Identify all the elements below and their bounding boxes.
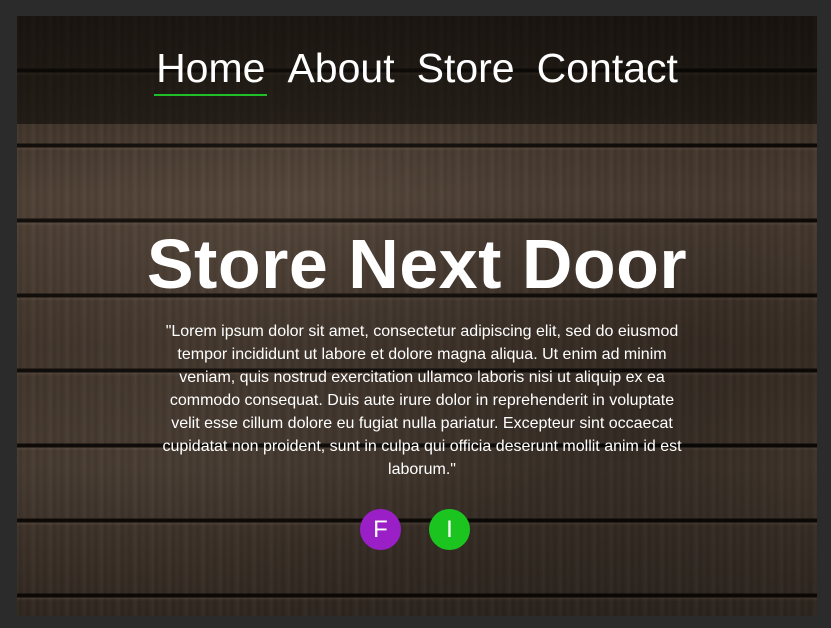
main-nav: Home About Store Contact <box>17 42 817 96</box>
instagram-button[interactable]: I <box>429 509 470 550</box>
nav-item-store[interactable]: Store <box>406 42 526 94</box>
facebook-button[interactable]: F <box>360 509 401 550</box>
nav-item-contact[interactable]: Contact <box>526 42 689 94</box>
navigation-bar: Home About Store Contact <box>17 16 817 124</box>
hero-section: Home About Store Contact Store Next Door… <box>17 16 817 616</box>
social-links: F I <box>360 509 470 550</box>
nav-item-home[interactable]: Home <box>145 42 276 96</box>
page-title: Store Next Door <box>146 225 688 303</box>
nav-item-about[interactable]: About <box>276 42 405 94</box>
hero-description: "Lorem ipsum dolor sit amet, consectetur… <box>162 323 682 478</box>
